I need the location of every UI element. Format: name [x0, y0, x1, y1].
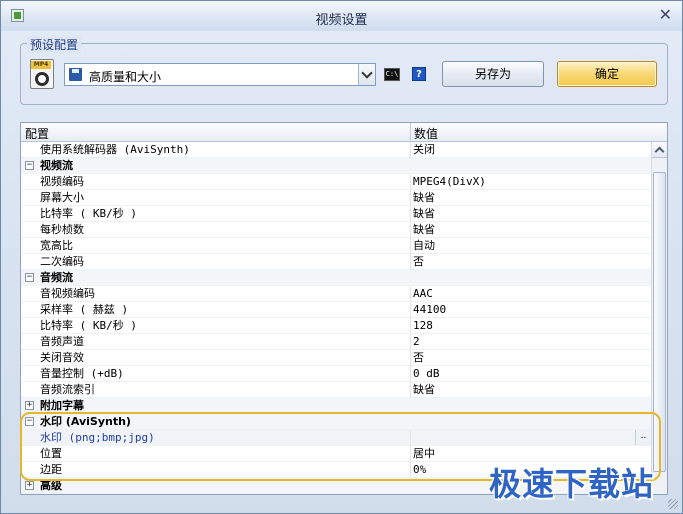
property-value[interactable]: 0 dB — [413, 366, 440, 381]
category-row[interactable]: − 音频流 — [21, 270, 651, 286]
settings-property-grid: 配置 数值 使用系统解码器 (AviSynth) 关闭 − 视频流 视频编码 MPEG4(… — [20, 122, 668, 495]
brand-watermark: 极速下载站 — [489, 465, 655, 503]
property-value[interactable]: 缺省 — [413, 222, 435, 237]
scroll-thumb[interactable] — [653, 172, 666, 472]
category-row[interactable]: + 附加字幕 — [21, 398, 651, 414]
expand-icon[interactable]: + — [25, 401, 34, 410]
property-value[interactable]: 关闭 — [413, 142, 435, 157]
category-row[interactable]: − 视频流 — [21, 158, 651, 174]
property-name: 屏幕大小 — [40, 191, 84, 204]
property-row[interactable]: 视频编码 MPEG4(DivX) — [21, 174, 651, 190]
collapse-icon[interactable]: − — [25, 417, 34, 426]
property-name: 视频编码 — [40, 175, 84, 188]
property-value[interactable]: AAC — [413, 286, 433, 301]
property-name: 音频流索引 — [40, 383, 95, 396]
property-value[interactable]: 缺省 — [413, 206, 435, 221]
property-value[interactable]: 128 — [413, 318, 433, 333]
property-row[interactable]: 水印 (png;bmp;jpg).. — [21, 430, 651, 446]
property-name: 音量控制 (+dB) — [40, 367, 124, 380]
chevron-down-icon[interactable] — [358, 64, 375, 85]
property-name: 二次编码 — [40, 255, 84, 268]
grid-rows: 使用系统解码器 (AviSynth) 关闭 − 视频流 视频编码 MPEG4(DivX) 屏… — [21, 142, 651, 494]
property-value[interactable]: MPEG4(DivX) — [413, 174, 486, 189]
property-name: 视频流 — [40, 159, 73, 172]
preset-dropdown[interactable]: 高质量和大小 — [64, 63, 376, 86]
property-row[interactable]: 使用系统解码器 (AviSynth) 关闭 — [21, 142, 651, 158]
property-row[interactable]: 比特率 ( KB/秒 ) 128 — [21, 318, 651, 334]
expand-icon[interactable]: + — [25, 481, 34, 490]
column-header-config[interactable]: 配置 — [25, 125, 49, 142]
property-row[interactable]: 每秒桢数 缺省 — [21, 222, 651, 238]
floppy-disk-icon — [69, 68, 82, 81]
resize-grip-icon[interactable] — [668, 499, 678, 509]
property-value[interactable]: 否 — [413, 254, 424, 269]
property-value[interactable]: 自动 — [413, 238, 435, 253]
window-title: 视频设置 — [315, 13, 368, 28]
preset-group-label: 预设配置 — [27, 36, 82, 53]
property-name: 比特率 ( KB/秒 ) — [40, 207, 137, 220]
property-value[interactable]: 缺省 — [413, 190, 435, 205]
property-name: 采样率 ( 赫兹 ) — [40, 303, 129, 316]
property-row[interactable]: 宽高比 自动 — [21, 238, 651, 254]
property-row[interactable]: 关闭音效 否 — [21, 350, 651, 366]
video-settings-dialog: 视频设置 ✕ 预设配置 MP4 高质量和大小 C:\ ? 另存为 确定 配置 数… — [0, 0, 683, 514]
ok-button[interactable]: 确定 — [557, 61, 657, 87]
property-name: 关闭音效 — [40, 351, 84, 364]
mp4-media-icon: MP4 — [30, 59, 54, 89]
property-row[interactable]: 音视频编码 AAC — [21, 286, 651, 302]
browse-button[interactable]: .. — [635, 430, 651, 445]
property-row[interactable]: 二次编码 否 — [21, 254, 651, 270]
property-row[interactable]: 音频流索引 缺省 — [21, 382, 651, 398]
property-name: 宽高比 — [40, 239, 73, 252]
property-name: 附加字幕 — [40, 399, 84, 412]
collapse-icon[interactable]: − — [25, 161, 34, 170]
property-value[interactable]: 缺省 — [413, 382, 435, 397]
property-value[interactable]: 居中 — [413, 446, 435, 461]
property-name: 比特率 ( KB/秒 ) — [40, 319, 137, 332]
property-name: 水印 (AviSynth) — [40, 415, 131, 428]
property-row[interactable]: 音频声道 2 — [21, 334, 651, 350]
collapse-icon[interactable]: − — [25, 273, 34, 282]
command-prompt-icon[interactable]: C:\ — [384, 68, 400, 81]
save-as-button[interactable]: 另存为 — [442, 61, 544, 87]
property-name: 高级 — [40, 479, 62, 492]
property-row[interactable]: 音量控制 (+dB) 0 dB — [21, 366, 651, 382]
property-row[interactable]: 屏幕大小 缺省 — [21, 190, 651, 206]
property-name: 使用系统解码器 (AviSynth) — [40, 143, 190, 156]
property-value[interactable]: 44100 — [413, 302, 446, 317]
property-row[interactable]: 采样率 ( 赫兹 ) 44100 — [21, 302, 651, 318]
property-name: 边距 — [40, 463, 62, 476]
close-icon[interactable]: ✕ — [659, 7, 672, 23]
property-name: 音视频编码 — [40, 287, 95, 300]
vertical-scrollbar[interactable] — [651, 142, 667, 494]
property-name: 音频流 — [40, 271, 73, 284]
property-row[interactable]: 比特率 ( KB/秒 ) 缺省 — [21, 206, 651, 222]
property-name: 音频声道 — [40, 335, 84, 348]
column-header-value[interactable]: 数值 — [414, 125, 438, 142]
property-name: 水印 (png;bmp;jpg) — [40, 431, 155, 444]
preset-selected-value: 高质量和大小 — [89, 70, 162, 84]
property-name: 位置 — [40, 447, 62, 460]
scroll-up-icon[interactable] — [652, 142, 667, 158]
help-icon[interactable]: ? — [412, 67, 426, 81]
grid-header: 配置 数值 — [21, 123, 667, 142]
property-value[interactable]: 2 — [413, 334, 420, 349]
title-bar[interactable]: 视频设置 ✕ — [1, 1, 682, 31]
property-value[interactable]: 0% — [413, 462, 426, 477]
property-value[interactable]: 否 — [413, 350, 424, 365]
property-name: 每秒桢数 — [40, 223, 84, 236]
category-row[interactable]: − 水印 (AviSynth) — [21, 414, 651, 430]
